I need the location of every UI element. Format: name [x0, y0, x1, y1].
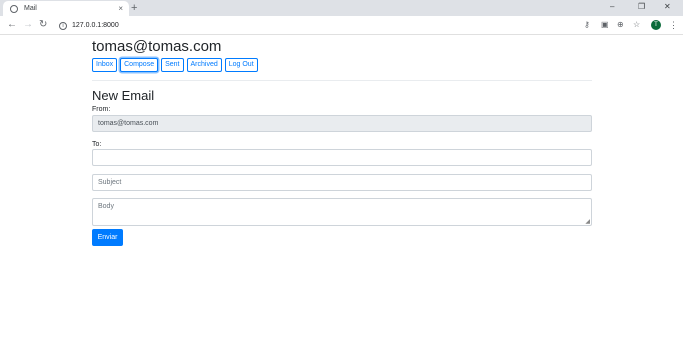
mail-page: tomas@tomas.com Inbox Compose Sent Archi… — [92, 36, 592, 246]
reload-icon[interactable]: ↻ — [39, 19, 47, 31]
from-field: tomas@tomas.com — [92, 115, 592, 132]
browser-toolbar: ← → ↻ i 127.0.0.1:8000 ⚷ ▣ ⊕ ☆ T ⋮ — [0, 16, 683, 35]
minimize-icon[interactable]: – — [610, 1, 614, 13]
logout-button[interactable]: Log Out — [224, 58, 258, 72]
zoom-icon[interactable]: ⊕ — [617, 20, 624, 30]
tab-title: Mail — [24, 5, 37, 12]
mailbox-nav: Inbox Compose Sent Archived Log Out — [92, 58, 592, 72]
resize-handle-icon[interactable]: ◢ — [585, 219, 590, 225]
compose-title: New Email — [92, 88, 155, 103]
from-value: tomas@tomas.com — [98, 120, 159, 127]
window-close-icon[interactable]: ✕ — [664, 1, 671, 13]
globe-icon — [10, 4, 18, 13]
star-icon[interactable]: ☆ — [633, 20, 640, 30]
forward-icon[interactable]: → — [23, 19, 33, 31]
back-icon[interactable]: ← — [7, 19, 17, 31]
browser-tab[interactable]: Mail × — [3, 1, 129, 16]
to-label: To: — [92, 141, 102, 148]
archived-button[interactable]: Archived — [186, 58, 222, 72]
restore-icon[interactable]: ❐ — [638, 1, 645, 13]
user-email-heading: tomas@tomas.com — [92, 38, 222, 55]
compose-button[interactable]: Compose — [120, 58, 159, 72]
to-field[interactable] — [92, 149, 592, 166]
from-label: From: — [92, 106, 111, 113]
subject-placeholder: Subject — [98, 179, 122, 186]
key-icon[interactable]: ⚷ — [584, 20, 590, 30]
translate-icon[interactable]: ▣ — [601, 20, 609, 30]
send-button[interactable]: Enviar — [92, 229, 123, 246]
body-placeholder: Body — [98, 203, 114, 210]
profile-avatar[interactable]: T — [651, 20, 661, 30]
divider — [92, 80, 592, 81]
new-tab-icon[interactable]: + — [131, 2, 137, 14]
inbox-button[interactable]: Inbox — [92, 58, 118, 72]
browser-tab-strip: Mail × + – ❐ ✕ — [0, 0, 683, 16]
url-text[interactable]: 127.0.0.1:8000 — [72, 22, 119, 29]
body-textarea[interactable]: Body ◢ — [92, 198, 592, 226]
info-icon[interactable]: i — [59, 21, 67, 30]
close-icon[interactable]: × — [118, 4, 123, 13]
address-bar[interactable]: i 127.0.0.1:8000 — [53, 18, 665, 33]
menu-icon[interactable]: ⋮ — [669, 19, 678, 31]
subject-input[interactable]: Subject — [92, 174, 592, 191]
sent-button[interactable]: Sent — [161, 58, 184, 72]
